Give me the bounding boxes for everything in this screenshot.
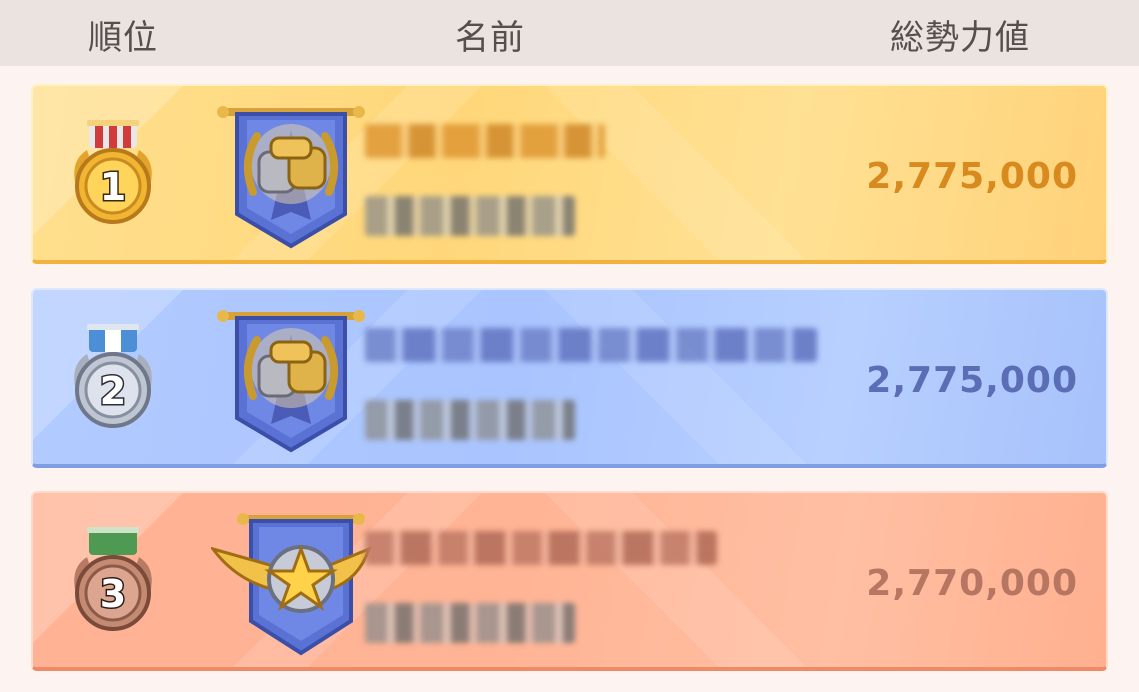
- ranking-header: 順位 名前 総勢力値: [0, 0, 1139, 66]
- gold-medal-icon: 1: [74, 120, 152, 224]
- ranking-row-3[interactable]: 3 2,770,000: [31, 491, 1108, 671]
- medal-rank-number: 3: [100, 572, 126, 616]
- player-name-blurred: [365, 124, 605, 158]
- ranking-row-2[interactable]: 2 2,775,000: [31, 288, 1108, 468]
- ranking-row-1[interactable]: 1 2,775,000: [31, 84, 1108, 264]
- winged-star-emblem-icon: [211, 513, 371, 656]
- silver-medal-icon: 2: [74, 324, 152, 428]
- player-alliance-blurred: [365, 196, 575, 236]
- name-column-header: 名前: [455, 18, 525, 58]
- player-name-blurred: [365, 531, 717, 565]
- total-power-column-header: 総勢力値: [890, 18, 1030, 58]
- player-alliance-blurred: [365, 400, 575, 440]
- medal-rank-number: 1: [100, 165, 126, 209]
- total-power-value: 2,775,000: [866, 156, 1078, 197]
- fist-bump-emblem-icon: [217, 106, 365, 249]
- fist-bump-emblem-icon: [217, 310, 365, 453]
- medal-rank-number: 2: [100, 369, 126, 413]
- player-name-blurred: [365, 328, 817, 362]
- total-power-value: 2,775,000: [866, 360, 1078, 401]
- rank-column-header: 順位: [88, 18, 158, 58]
- total-power-value: 2,770,000: [866, 563, 1078, 604]
- player-alliance-blurred: [365, 603, 575, 643]
- bronze-medal-icon: 3: [74, 527, 152, 631]
